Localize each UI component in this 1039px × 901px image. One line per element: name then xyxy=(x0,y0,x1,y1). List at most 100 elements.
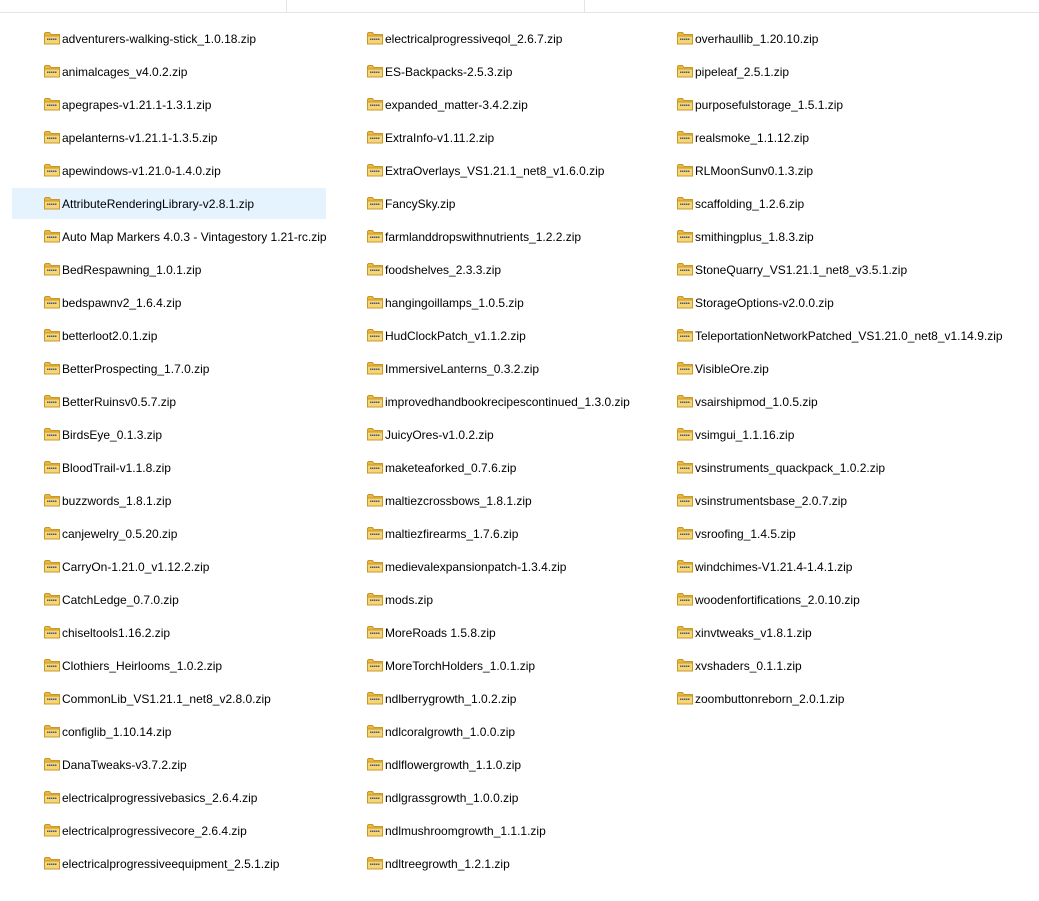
file-item[interactable]: electricalprogressiveqol_2.6.7.zip xyxy=(335,23,649,54)
file-item[interactable]: purposefulstorage_1.5.1.zip xyxy=(645,89,1039,120)
file-item[interactable]: mods.zip xyxy=(335,584,649,615)
file-name: DanaTweaks-v3.7.2.zip xyxy=(62,757,187,772)
file-item[interactable]: overhaullib_1.20.10.zip xyxy=(645,23,1039,54)
file-item[interactable]: chiseltools1.16.2.zip xyxy=(12,617,326,648)
file-item[interactable]: VisibleOre.zip xyxy=(645,353,1039,384)
file-item[interactable]: HudClockPatch_v1.1.2.zip xyxy=(335,320,649,351)
file-item[interactable]: vsimgui_1.1.16.zip xyxy=(645,419,1039,450)
file-item[interactable]: foodshelves_2.3.3.zip xyxy=(335,254,649,285)
file-item[interactable]: vsairshipmod_1.0.5.zip xyxy=(645,386,1039,417)
file-name: scaffolding_1.2.6.zip xyxy=(695,196,805,211)
file-item[interactable]: MoreTorchHolders_1.0.1.zip xyxy=(335,650,649,681)
zip-folder-icon xyxy=(367,757,383,771)
file-item[interactable]: ES-Backpacks-2.5.3.zip xyxy=(335,56,649,87)
file-item[interactable]: electricalprogressivebasics_2.6.4.zip xyxy=(12,782,326,813)
file-name: BetterRuinsv0.5.7.zip xyxy=(62,394,177,409)
zip-folder-icon xyxy=(44,328,60,342)
file-item[interactable]: maltiezfirearms_1.7.6.zip xyxy=(335,518,649,549)
file-item[interactable]: CatchLedge_0.7.0.zip xyxy=(12,584,326,615)
file-item[interactable]: BirdsEye_0.1.3.zip xyxy=(12,419,326,450)
zip-folder-icon xyxy=(677,394,693,408)
file-item[interactable]: CarryOn-1.21.0_v1.12.2.zip xyxy=(12,551,326,582)
file-item[interactable]: BetterRuinsv0.5.7.zip xyxy=(12,386,326,417)
file-column-1: adventurers-walking-stick_1.0.18.zip ani… xyxy=(12,23,327,881)
file-name: JuicyOres-v1.0.2.zip xyxy=(385,427,494,442)
file-item[interactable]: ndlflowergrowth_1.1.0.zip xyxy=(335,749,649,780)
zip-folder-icon xyxy=(44,130,60,144)
file-item[interactable]: BedRespawning_1.0.1.zip xyxy=(12,254,326,285)
file-item[interactable]: buzzwords_1.8.1.zip xyxy=(12,485,326,516)
file-item[interactable]: configlib_1.10.14.zip xyxy=(12,716,326,747)
file-item[interactable]: realsmoke_1.1.12.zip xyxy=(645,122,1039,153)
zip-folder-icon xyxy=(677,691,693,705)
zip-folder-icon xyxy=(44,757,60,771)
file-item[interactable]: RLMoonSunv0.1.3.zip xyxy=(645,155,1039,186)
file-name: pipeleaf_2.5.1.zip xyxy=(695,64,790,79)
file-item[interactable]: maltiezcrossbows_1.8.1.zip xyxy=(335,485,649,516)
file-item[interactable]: ExtraOverlays_VS1.21.1_net8_v1.6.0.zip xyxy=(335,155,649,186)
file-item[interactable]: windchimes-V1.21.4-1.4.1.zip xyxy=(645,551,1039,582)
file-item[interactable]: vsinstrumentsbase_2.0.7.zip xyxy=(645,485,1039,516)
file-item-selected[interactable]: AttributeRenderingLibrary-v2.8.1.zip xyxy=(12,188,326,219)
file-item[interactable]: ndlcoralgrowth_1.0.0.zip xyxy=(335,716,649,747)
file-item[interactable]: xvshaders_0.1.1.zip xyxy=(645,650,1039,681)
file-item[interactable]: vsinstruments_quackpack_1.0.2.zip xyxy=(645,452,1039,483)
file-item[interactable]: medievalexpansionpatch-1.3.4.zip xyxy=(335,551,649,582)
file-item[interactable]: ndlmushroomgrowth_1.1.1.zip xyxy=(335,815,649,846)
file-item[interactable]: maketeaforked_0.7.6.zip xyxy=(335,452,649,483)
zip-folder-icon xyxy=(677,427,693,441)
column-divider[interactable] xyxy=(584,0,585,12)
file-name: electricalprogressiveqol_2.6.7.zip xyxy=(385,31,563,46)
file-item[interactable]: MoreRoads 1.5.8.zip xyxy=(335,617,649,648)
file-item[interactable]: Clothiers_Heirlooms_1.0.2.zip xyxy=(12,650,326,681)
file-item[interactable]: ExtraInfo-v1.11.2.zip xyxy=(335,122,649,153)
file-item[interactable]: hangingoillamps_1.0.5.zip xyxy=(335,287,649,318)
file-item[interactable]: vsroofing_1.4.5.zip xyxy=(645,518,1039,549)
file-item[interactable]: TeleportationNetworkPatched_VS1.21.0_net… xyxy=(645,320,1039,351)
file-item[interactable]: FancySky.zip xyxy=(335,188,649,219)
column-divider[interactable] xyxy=(286,0,287,12)
zip-folder-icon xyxy=(367,526,383,540)
file-item[interactable]: electricalprogressiveequipment_2.5.1.zip xyxy=(12,848,326,879)
zip-folder-icon xyxy=(367,658,383,672)
file-item[interactable]: zoombuttonreborn_2.0.1.zip xyxy=(645,683,1039,714)
file-item[interactable]: adventurers-walking-stick_1.0.18.zip xyxy=(12,23,326,54)
file-item[interactable]: scaffolding_1.2.6.zip xyxy=(645,188,1039,219)
file-item[interactable]: farmlanddropswithnutrients_1.2.2.zip xyxy=(335,221,649,252)
file-item[interactable]: canjewelry_0.5.20.zip xyxy=(12,518,326,549)
file-item[interactable]: bedspawnv2_1.6.4.zip xyxy=(12,287,326,318)
file-item[interactable]: expanded_matter-3.4.2.zip xyxy=(335,89,649,120)
file-item[interactable]: woodenfortifications_2.0.10.zip xyxy=(645,584,1039,615)
file-item[interactable]: ndltreegrowth_1.2.1.zip xyxy=(335,848,649,879)
file-item[interactable]: pipeleaf_2.5.1.zip xyxy=(645,56,1039,87)
file-item[interactable]: CommonLib_VS1.21.1_net8_v2.8.0.zip xyxy=(12,683,326,714)
zip-folder-icon xyxy=(367,328,383,342)
file-item[interactable]: DanaTweaks-v3.7.2.zip xyxy=(12,749,326,780)
file-item[interactable]: animalcages_v4.0.2.zip xyxy=(12,56,326,87)
file-item[interactable]: apelanterns-v1.21.1-1.3.5.zip xyxy=(12,122,326,153)
file-item[interactable]: BloodTrail-v1.1.8.zip xyxy=(12,452,326,483)
file-item[interactable]: ndlberrygrowth_1.0.2.zip xyxy=(335,683,649,714)
file-item[interactable]: smithingplus_1.8.3.zip xyxy=(645,221,1039,252)
file-list-view: adventurers-walking-stick_1.0.18.zip ani… xyxy=(0,13,1039,901)
file-item[interactable]: improvedhandbookrecipescontinued_1.3.0.z… xyxy=(335,386,649,417)
file-item[interactable]: betterloot2.0.1.zip xyxy=(12,320,326,351)
file-item[interactable]: apewindows-v1.21.0-1.4.0.zip xyxy=(12,155,326,186)
zip-folder-icon xyxy=(44,559,60,573)
file-item[interactable]: Auto Map Markers 4.0.3 - Vintagestory 1.… xyxy=(12,221,327,252)
file-item[interactable]: StorageOptions-v2.0.0.zip xyxy=(645,287,1039,318)
file-item[interactable]: JuicyOres-v1.0.2.zip xyxy=(335,419,649,450)
file-item[interactable]: apegrapes-v1.21.1-1.3.1.zip xyxy=(12,89,326,120)
file-item[interactable]: StoneQuarry_VS1.21.1_net8_v3.5.1.zip xyxy=(645,254,1039,285)
file-name: ndlcoralgrowth_1.0.0.zip xyxy=(385,724,516,739)
zip-folder-icon xyxy=(367,130,383,144)
zip-folder-icon xyxy=(677,295,693,309)
zip-folder-icon xyxy=(44,724,60,738)
file-item[interactable]: electricalprogressivecore_2.6.4.zip xyxy=(12,815,326,846)
file-item[interactable]: ndlgrassgrowth_1.0.0.zip xyxy=(335,782,649,813)
file-item[interactable]: BetterProspecting_1.7.0.zip xyxy=(12,353,326,384)
zip-folder-icon xyxy=(367,163,383,177)
file-name: MoreTorchHolders_1.0.1.zip xyxy=(385,658,536,673)
file-item[interactable]: xinvtweaks_v1.8.1.zip xyxy=(645,617,1039,648)
file-item[interactable]: ImmersiveLanterns_0.3.2.zip xyxy=(335,353,649,384)
